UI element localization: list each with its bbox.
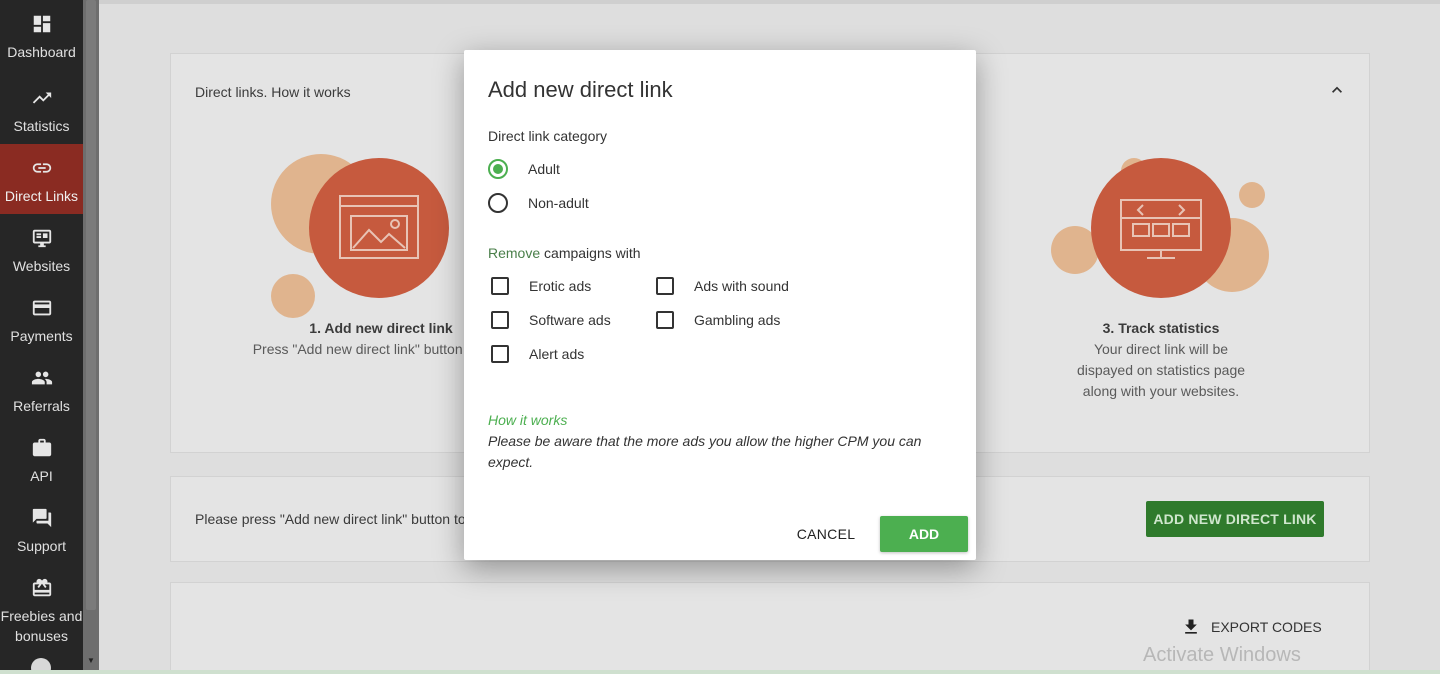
sidebar-item-freebies[interactable]: Freebies and bonuses xyxy=(0,564,83,650)
chat-icon xyxy=(30,506,54,530)
add-new-direct-link-button[interactable]: ADD NEW DIRECT LINK xyxy=(1146,501,1324,537)
card-title: Direct links. How it works xyxy=(195,84,351,100)
checkbox-label: Software ads xyxy=(529,312,611,328)
web-icon xyxy=(30,226,54,250)
checkbox-software-ads[interactable]: Software ads xyxy=(491,311,611,329)
briefcase-icon xyxy=(30,436,54,460)
collapse-chevron-icon[interactable] xyxy=(1327,80,1347,100)
sidebar-item-label: Statistics xyxy=(13,118,70,134)
checkbox-ads-with-sound[interactable]: Ads with sound xyxy=(656,277,789,295)
sidebar-item-label: Direct Links xyxy=(4,188,79,204)
scroll-down-arrow-icon[interactable]: ▼ xyxy=(86,656,96,666)
windows-activation-watermark: Activate Windows xyxy=(1143,644,1301,666)
sidebar-scrollbar-thumb[interactable] xyxy=(86,0,96,610)
radio-adult[interactable]: Adult xyxy=(488,159,560,179)
sidebar-item-label: Support xyxy=(16,538,67,554)
radio-non-adult[interactable]: Non-adult xyxy=(488,193,589,213)
monitor-illustration-icon xyxy=(1091,158,1231,298)
sidebar-item-label: API xyxy=(30,468,53,484)
radio-button[interactable] xyxy=(488,193,508,213)
sidebar-item-direct-links[interactable]: Direct Links xyxy=(0,144,83,214)
checkbox-label: Erotic ads xyxy=(529,278,592,294)
sidebar-item-api[interactable]: API xyxy=(0,424,83,494)
checkbox-gambling-ads[interactable]: Gambling ads xyxy=(656,311,780,329)
remove-label-rest: campaigns with xyxy=(540,245,641,261)
sidebar-item-label: Freebies and bonuses xyxy=(0,608,83,644)
add-direct-link-dialog: Add new direct link Direct link category… xyxy=(464,50,976,560)
checkbox[interactable] xyxy=(491,345,509,363)
checkbox[interactable] xyxy=(491,311,509,329)
sidebar-item-websites[interactable]: Websites xyxy=(0,214,83,284)
how-it-works-text: Please be aware that the more ads you al… xyxy=(488,433,922,470)
sidebar-item-statistics[interactable]: Statistics xyxy=(0,74,83,144)
dialog-title: Add new direct link xyxy=(488,77,673,102)
remove-campaigns-label: Remove campaigns with xyxy=(488,245,641,261)
people-icon xyxy=(30,366,54,390)
export-codes-button[interactable]: EXPORT CODES xyxy=(1181,617,1322,637)
sidebar-item-label: Websites xyxy=(12,258,71,274)
instruction-text: Please press "Add new direct link" butto… xyxy=(195,511,466,527)
category-label: Direct link category xyxy=(488,128,608,144)
bottom-border xyxy=(0,670,1440,674)
checkbox-erotic-ads[interactable]: Erotic ads xyxy=(491,277,591,295)
download-icon xyxy=(1185,619,1197,634)
sidebar-item-label: Dashboard xyxy=(7,44,76,60)
radio-label: Non-adult xyxy=(528,195,589,211)
image-illustration-icon xyxy=(309,158,449,298)
sidebar-item-payments[interactable]: Payments xyxy=(0,284,83,354)
sidebar-item-support[interactable]: Support xyxy=(0,494,83,564)
checkbox-alert-ads[interactable]: Alert ads xyxy=(491,345,584,363)
link-icon xyxy=(30,156,54,180)
sidebar: Dashboard Statistics Direct Links Websit… xyxy=(0,0,83,674)
remove-label-highlight: Remove xyxy=(488,245,541,261)
export-codes-label: EXPORT CODES xyxy=(1211,619,1322,635)
checkbox[interactable] xyxy=(656,311,674,329)
checkbox[interactable] xyxy=(491,277,509,295)
step-3: 3. Track statistics Your direct link wil… xyxy=(1031,318,1291,402)
checkbox-label: Ads with sound xyxy=(694,278,789,294)
sidebar-item-label: Referrals xyxy=(13,398,70,414)
radio-label: Adult xyxy=(528,161,560,177)
how-it-works-title: How it works xyxy=(488,412,568,428)
step-3-title: 3. Track statistics xyxy=(1102,320,1220,336)
sidebar-item-label: Payments xyxy=(10,328,73,344)
radio-button-checked[interactable] xyxy=(488,159,508,179)
decorative-circle xyxy=(1239,182,1265,208)
checkbox-label: Alert ads xyxy=(529,346,585,362)
cancel-button[interactable]: CANCEL xyxy=(784,516,868,552)
add-button[interactable]: ADD xyxy=(880,516,968,552)
sidebar-item-dashboard[interactable]: Dashboard xyxy=(0,0,83,70)
gift-icon xyxy=(30,576,54,600)
sidebar-item-referrals[interactable]: Referrals xyxy=(0,354,83,424)
trending-up-icon xyxy=(30,86,54,110)
credit-card-icon xyxy=(30,296,54,320)
step-3-text: Your direct link will be dispayed on sta… xyxy=(1076,341,1246,399)
topbar xyxy=(99,0,1440,4)
checkbox[interactable] xyxy=(656,277,674,295)
checkbox-label: Gambling ads xyxy=(694,312,781,328)
dashboard-icon xyxy=(30,12,54,36)
